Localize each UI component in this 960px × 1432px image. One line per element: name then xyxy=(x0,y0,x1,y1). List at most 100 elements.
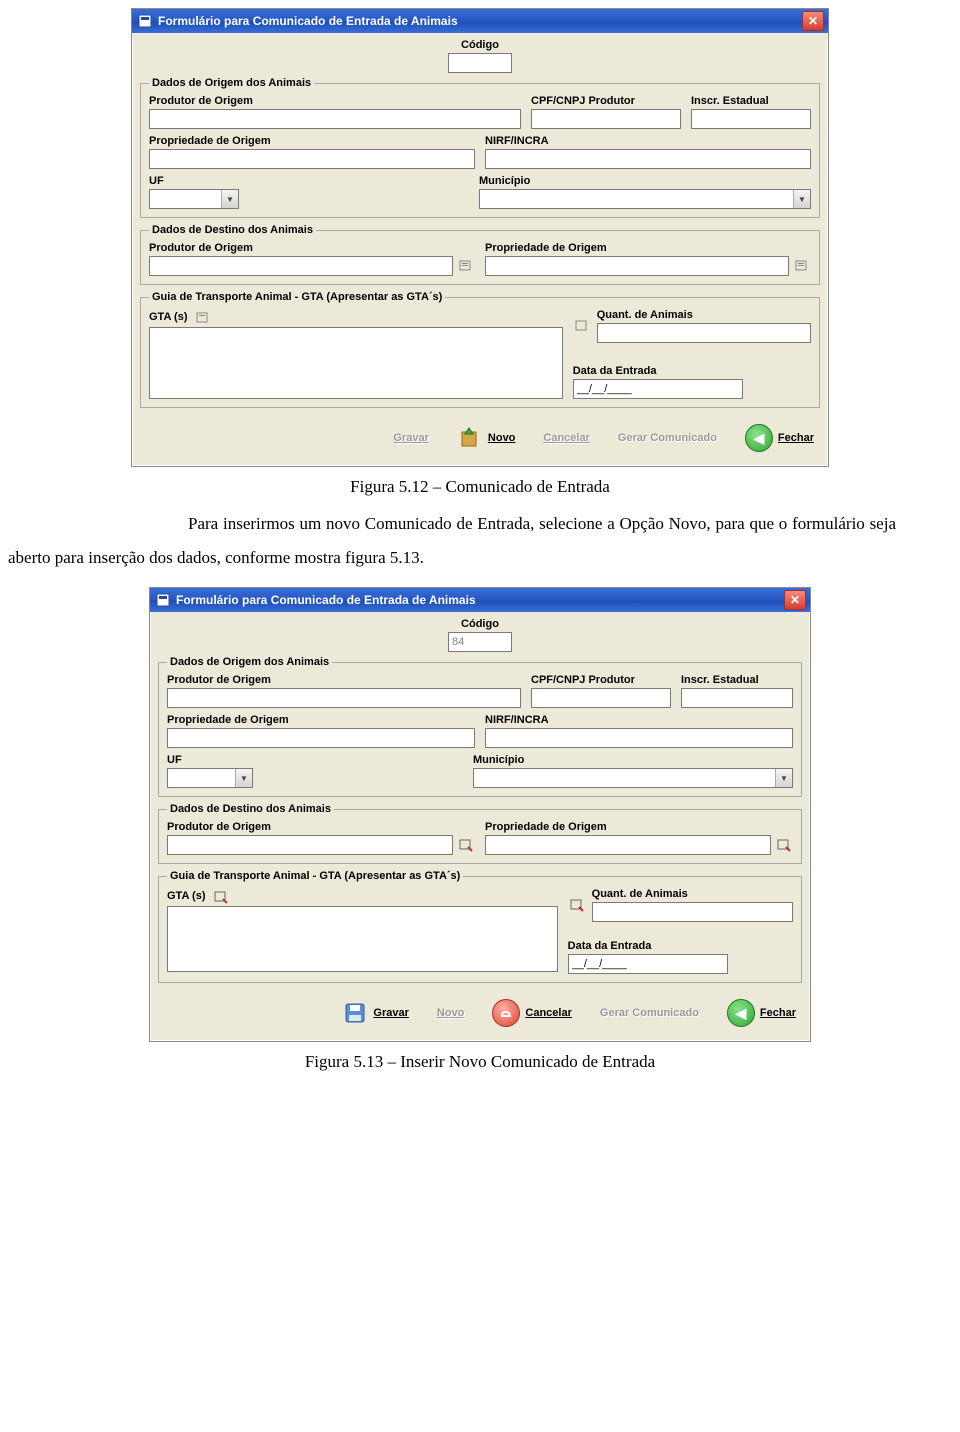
lookup-icon[interactable] xyxy=(568,896,586,914)
fechar-icon: ◀ xyxy=(745,424,773,452)
lookup-icon[interactable] xyxy=(457,257,475,275)
codigo-input[interactable] xyxy=(448,53,512,73)
add-gta-icon[interactable] xyxy=(194,309,212,327)
chevron-down-icon: ▼ xyxy=(793,190,810,208)
gravar-button[interactable]: Gravar xyxy=(342,1000,408,1026)
codigo-label: Código xyxy=(461,618,499,630)
group-gta: Guia de Transporte Animal - GTA (Apresen… xyxy=(158,870,802,983)
cancelar-button: Cancelar xyxy=(543,432,589,444)
fechar-button[interactable]: ◀ Fechar xyxy=(727,999,796,1027)
gta-listbox[interactable] xyxy=(167,906,558,972)
cancel-icon xyxy=(492,999,520,1027)
group-destino-legend: Dados de Destino dos Animais xyxy=(167,803,334,815)
produtor-origem-input[interactable] xyxy=(167,688,521,708)
data-entrada-input[interactable] xyxy=(573,379,743,399)
destino-propriedade-label: Propriedade de Origem xyxy=(485,821,793,833)
gravar-label: Gravar xyxy=(373,1007,408,1019)
destino-produtor-label: Produtor de Origem xyxy=(167,821,475,833)
uf-label: UF xyxy=(149,175,239,187)
lookup-icon[interactable] xyxy=(775,836,793,854)
dialog-comunicado-entrada-2: Formulário para Comunicado de Entrada de… xyxy=(149,587,811,1042)
codigo-label: Código xyxy=(461,39,499,51)
body-paragraph-text: Para inserirmos um novo Comunicado de En… xyxy=(8,514,896,567)
save-icon xyxy=(342,1000,368,1026)
chevron-down-icon: ▼ xyxy=(775,769,792,787)
novo-button[interactable]: Novo xyxy=(457,425,516,451)
window-title: Formulário para Comunicado de Entrada de… xyxy=(158,14,458,28)
inscr-estadual-label: Inscr. Estadual xyxy=(691,95,811,107)
fechar-button[interactable]: ◀ Fechar xyxy=(745,424,814,452)
gta-label: GTA (s) xyxy=(149,311,188,323)
inscr-estadual-input[interactable] xyxy=(691,109,811,129)
destino-produtor-input[interactable] xyxy=(167,835,453,855)
nirf-incra-input[interactable] xyxy=(485,728,793,748)
inscr-estadual-input[interactable] xyxy=(681,688,793,708)
gerar-comunicado-button: Gerar Comunicado xyxy=(600,1007,699,1019)
propriedade-origem-label: Propriedade de Origem xyxy=(167,714,475,726)
nirf-incra-input[interactable] xyxy=(485,149,811,169)
uf-combo[interactable]: ▼ xyxy=(149,189,239,209)
novo-label: Novo xyxy=(488,432,516,444)
destino-propriedade-input[interactable] xyxy=(485,256,789,276)
gerar-comunicado-button: Gerar Comunicado xyxy=(618,432,717,444)
group-origem-legend: Dados de Origem dos Animais xyxy=(167,656,332,668)
group-origem-legend: Dados de Origem dos Animais xyxy=(149,77,314,89)
quant-animais-input[interactable] xyxy=(597,323,811,343)
group-destino: Dados de Destino dos Animais Produtor de… xyxy=(158,803,802,864)
close-icon: ✕ xyxy=(808,14,818,28)
chevron-down-icon: ▼ xyxy=(221,190,238,208)
propriedade-origem-input[interactable] xyxy=(149,149,475,169)
cancelar-label: Cancelar xyxy=(525,1007,571,1019)
group-origem: Dados de Origem dos Animais Produtor de … xyxy=(140,77,820,218)
municipio-combo[interactable]: ▼ xyxy=(473,768,793,788)
data-entrada-input[interactable] xyxy=(568,954,728,974)
propriedade-origem-label: Propriedade de Origem xyxy=(149,135,475,147)
fechar-label: Fechar xyxy=(760,1007,796,1019)
municipio-label: Município xyxy=(473,754,793,766)
figure-caption-2: Figura 5.13 – Inserir Novo Comunicado de… xyxy=(0,1052,960,1072)
chevron-down-icon: ▼ xyxy=(235,769,252,787)
novo-icon xyxy=(457,425,483,451)
titlebar: Formulário para Comunicado de Entrada de… xyxy=(150,588,810,612)
data-entrada-label: Data da Entrada xyxy=(573,365,811,377)
lookup-icon[interactable] xyxy=(793,257,811,275)
app-icon xyxy=(156,593,170,607)
lookup-icon[interactable] xyxy=(457,836,475,854)
municipio-combo[interactable]: ▼ xyxy=(479,189,811,209)
destino-produtor-input[interactable] xyxy=(149,256,453,276)
figure-caption-1: Figura 5.12 – Comunicado de Entrada xyxy=(0,477,960,497)
propriedade-origem-input[interactable] xyxy=(167,728,475,748)
novo-label: Novo xyxy=(437,1007,465,1019)
produtor-origem-input[interactable] xyxy=(149,109,521,129)
nirf-incra-label: NIRF/INCRA xyxy=(485,135,811,147)
cancelar-button[interactable]: Cancelar xyxy=(492,999,571,1027)
cpf-cnpj-input[interactable] xyxy=(531,109,681,129)
municipio-label: Município xyxy=(479,175,811,187)
dialog-comunicado-entrada-1: Formulário para Comunicado de Entrada de… xyxy=(131,8,829,467)
lookup-icon[interactable] xyxy=(573,317,591,335)
group-gta-legend: Guia de Transporte Animal - GTA (Apresen… xyxy=(167,870,463,882)
fechar-label: Fechar xyxy=(778,432,814,444)
quant-animais-input[interactable] xyxy=(592,902,793,922)
inscr-estadual-label: Inscr. Estadual xyxy=(681,674,793,686)
close-button[interactable]: ✕ xyxy=(784,590,806,610)
uf-label: UF xyxy=(167,754,253,766)
gravar-label: Gravar xyxy=(393,432,428,444)
close-button[interactable]: ✕ xyxy=(802,11,824,31)
destino-propriedade-label: Propriedade de Origem xyxy=(485,242,811,254)
group-gta-legend: Guia de Transporte Animal - GTA (Apresen… xyxy=(149,291,445,303)
cpf-cnpj-label: CPF/CNPJ Produtor xyxy=(531,95,681,107)
novo-button: Novo xyxy=(437,1007,465,1019)
cpf-cnpj-input[interactable] xyxy=(531,688,671,708)
cancelar-label: Cancelar xyxy=(543,432,589,444)
produtor-origem-label: Produtor de Origem xyxy=(149,95,521,107)
codigo-input xyxy=(448,632,512,652)
uf-combo[interactable]: ▼ xyxy=(167,768,253,788)
group-gta: Guia de Transporte Animal - GTA (Apresen… xyxy=(140,291,820,408)
app-icon xyxy=(138,14,152,28)
add-gta-icon[interactable] xyxy=(212,888,230,906)
destino-propriedade-input[interactable] xyxy=(485,835,771,855)
quant-animais-label: Quant. de Animais xyxy=(592,888,793,900)
gta-listbox[interactable] xyxy=(149,327,563,399)
body-paragraph: Para inserirmos um novo Comunicado de En… xyxy=(8,507,896,575)
